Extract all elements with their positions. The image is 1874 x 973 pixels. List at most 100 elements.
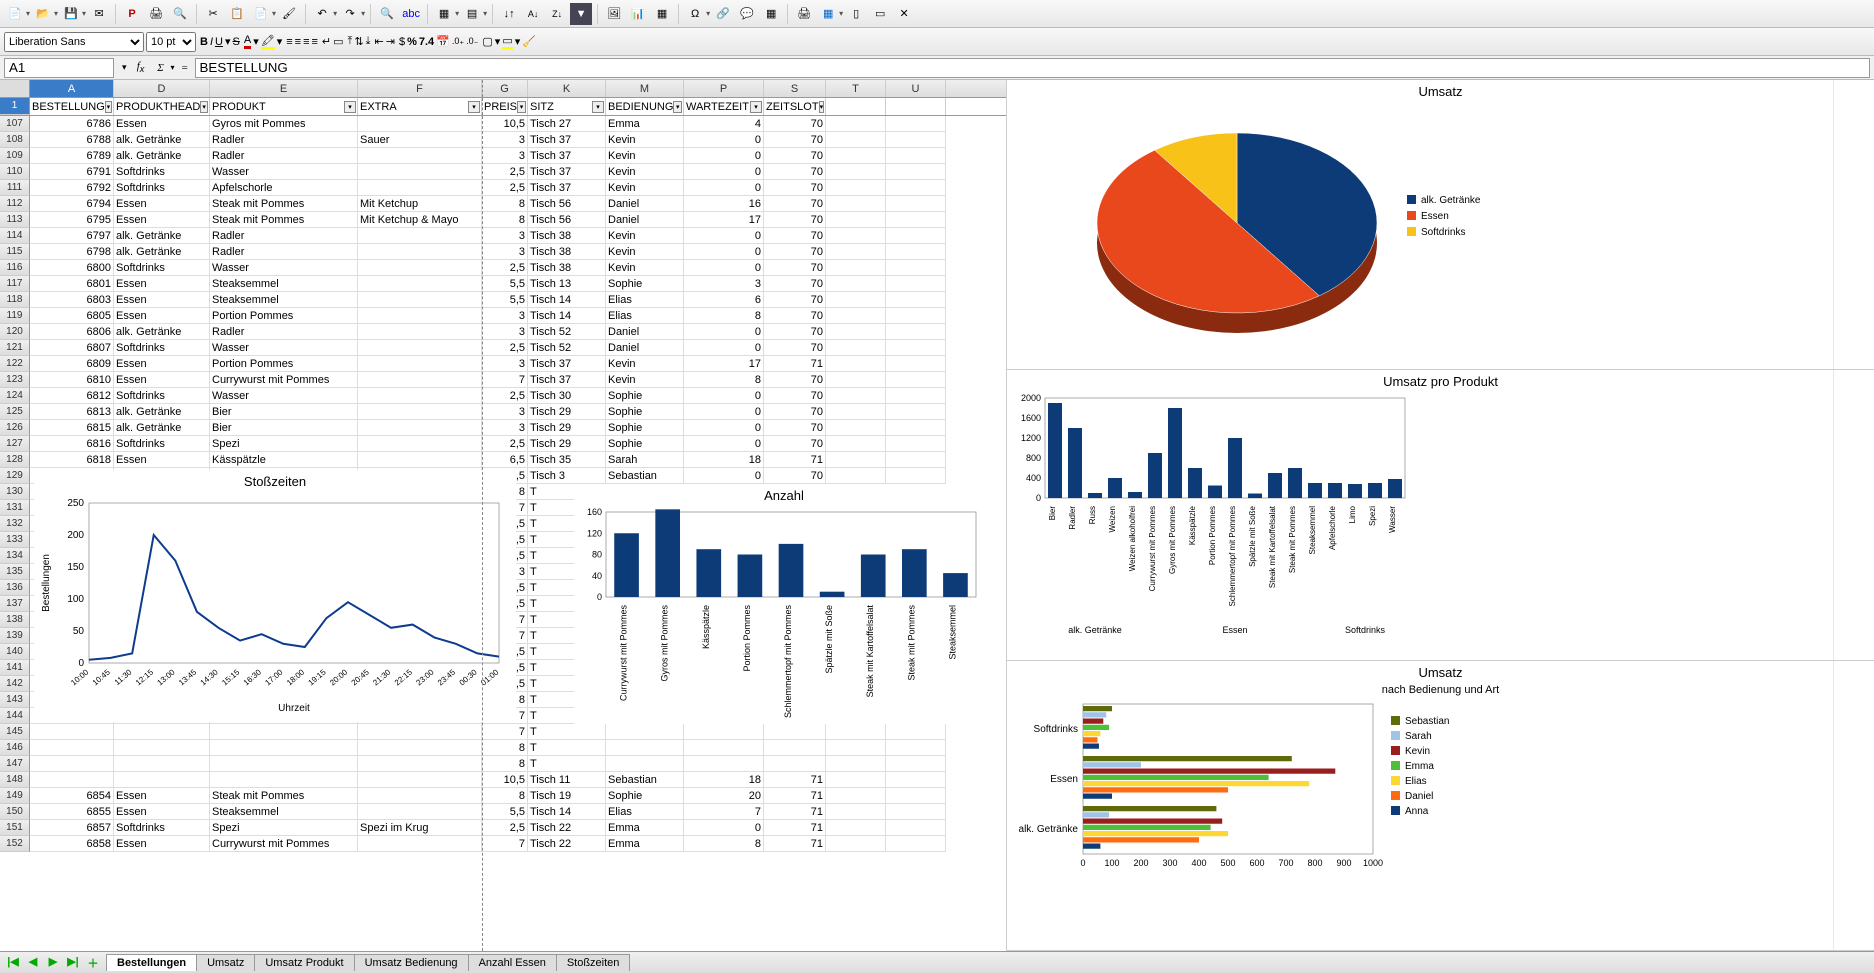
cell[interactable]: 18 [684,452,764,468]
cell[interactable] [826,740,886,756]
cut-icon[interactable]: ✂ [202,3,224,25]
bgcolor-icon[interactable]: ▭ [502,34,512,50]
cell[interactable]: 3 [482,356,528,372]
cell[interactable]: 6786 [30,116,114,132]
cell[interactable]: Softdrinks [114,388,210,404]
filter-cell[interactable]: SITZ▾ [528,98,606,115]
find-icon[interactable]: 🔍 [376,3,398,25]
table-row[interactable]: 1516857SoftdrinksSpeziSpezi im Krug2,5Ti… [0,820,1006,836]
cell[interactable]: Essen [114,276,210,292]
cell[interactable]: 70 [764,196,826,212]
cell[interactable]: Radler [210,132,358,148]
currency-icon[interactable]: $ [399,36,405,48]
cell[interactable]: Daniel [606,196,684,212]
cell[interactable]: 8 [482,740,528,756]
cell[interactable]: Tisch 27 [528,116,606,132]
cell[interactable]: Emma [606,116,684,132]
filter-cell[interactable]: ZEITSLOT▾ [764,98,826,115]
print-icon[interactable]: 🖨 [145,3,167,25]
cell[interactable]: Essen [114,836,210,852]
cell[interactable] [826,420,886,436]
cell[interactable] [606,756,684,772]
sheet-tab[interactable]: Bestellungen [106,954,197,971]
font-name-select[interactable]: Liberation Sans [4,32,144,52]
cell[interactable] [358,276,482,292]
cell[interactable]: Tisch 29 [528,420,606,436]
cell[interactable] [358,804,482,820]
cell[interactable]: 3 [482,244,528,260]
cell[interactable]: Essen [114,212,210,228]
cell[interactable]: Radler [210,228,358,244]
cell[interactable] [358,340,482,356]
cell[interactable]: 0 [684,180,764,196]
sheet-tab[interactable]: Umsatz Bedienung [354,954,469,971]
row-header[interactable]: 150 [0,804,30,820]
cell[interactable]: 70 [764,276,826,292]
cell[interactable]: Tisch 52 [528,324,606,340]
row-header[interactable]: 111 [0,180,30,196]
cell[interactable]: 6789 [30,148,114,164]
cell[interactable] [826,308,886,324]
cell[interactable]: Tisch 29 [528,404,606,420]
strikethrough-icon[interactable]: S [233,36,240,48]
cell[interactable] [764,740,826,756]
cell[interactable]: 6816 [30,436,114,452]
comment-icon[interactable]: 💬 [736,3,758,25]
row-header[interactable]: 132 [0,516,30,532]
sort-za-icon[interactable]: Z↓ [546,3,568,25]
cell[interactable] [826,148,886,164]
row-header[interactable]: 141 [0,660,30,676]
cell[interactable]: Sebastian [606,772,684,788]
cell[interactable] [826,116,886,132]
row-icon[interactable]: ▤ [461,3,483,25]
cell[interactable]: 0 [684,132,764,148]
cell[interactable]: Currywurst mit Pommes [210,836,358,852]
row-header[interactable]: 151 [0,820,30,836]
cell[interactable] [358,228,482,244]
cell[interactable]: Essen [114,116,210,132]
cell[interactable]: 6854 [30,788,114,804]
cell[interactable]: 6800 [30,260,114,276]
table-row[interactable]: 1256813alk. GetränkeBier3Tisch 29Sophie0… [0,404,1006,420]
chart-umsatz-produkt[interactable]: Umsatz pro Produkt 0400800120016002000Bi… [1007,370,1874,660]
nav-first-icon[interactable]: |◀ [4,955,22,971]
cell[interactable] [886,372,946,388]
cell[interactable]: 6788 [30,132,114,148]
chart-umsatz-pie[interactable]: Umsatz alk. GetränkeEssenSoftdrinks [1007,80,1874,370]
sort-asc-icon[interactable]: ↓↑ [498,3,520,25]
redo-icon[interactable]: ↷ [339,3,361,25]
cell[interactable] [358,372,482,388]
highlight-icon[interactable]: 🖍 [261,34,275,50]
row-header[interactable]: 110 [0,164,30,180]
cell[interactable]: 5,5 [482,276,528,292]
grid-icon[interactable]: ▦ [433,3,455,25]
cell[interactable] [684,756,764,772]
filter-dropdown-icon[interactable]: ▾ [592,101,604,113]
cell[interactable] [886,276,946,292]
cell[interactable]: 6855 [30,804,114,820]
align-justify-icon[interactable]: ≡ [311,36,317,48]
column-header[interactable]: D [114,80,210,97]
cell[interactable]: 71 [764,836,826,852]
cell[interactable] [826,468,886,484]
italic-icon[interactable]: I [210,36,213,48]
cell[interactable]: Essen [114,196,210,212]
cell[interactable] [826,132,886,148]
table-row[interactable]: 1146797alk. GetränkeRadler3Tisch 38Kevin… [0,228,1006,244]
cell[interactable]: Tisch 19 [528,788,606,804]
cell[interactable]: Tisch 14 [528,804,606,820]
row-header[interactable]: 114 [0,228,30,244]
cell[interactable] [764,756,826,772]
row-header[interactable]: 129 [0,468,30,484]
align-left-icon[interactable]: ≡ [286,36,292,48]
cell[interactable]: Tisch 14 [528,292,606,308]
cell[interactable] [358,788,482,804]
cell[interactable] [606,740,684,756]
cell[interactable]: 10,5 [482,772,528,788]
split-icon[interactable]: ▯ [845,3,867,25]
hyperlink-icon[interactable]: 🔗 [712,3,734,25]
cell[interactable]: 71 [764,788,826,804]
cell[interactable]: Kevin [606,228,684,244]
cell[interactable]: 70 [764,420,826,436]
row-header[interactable]: 142 [0,676,30,692]
